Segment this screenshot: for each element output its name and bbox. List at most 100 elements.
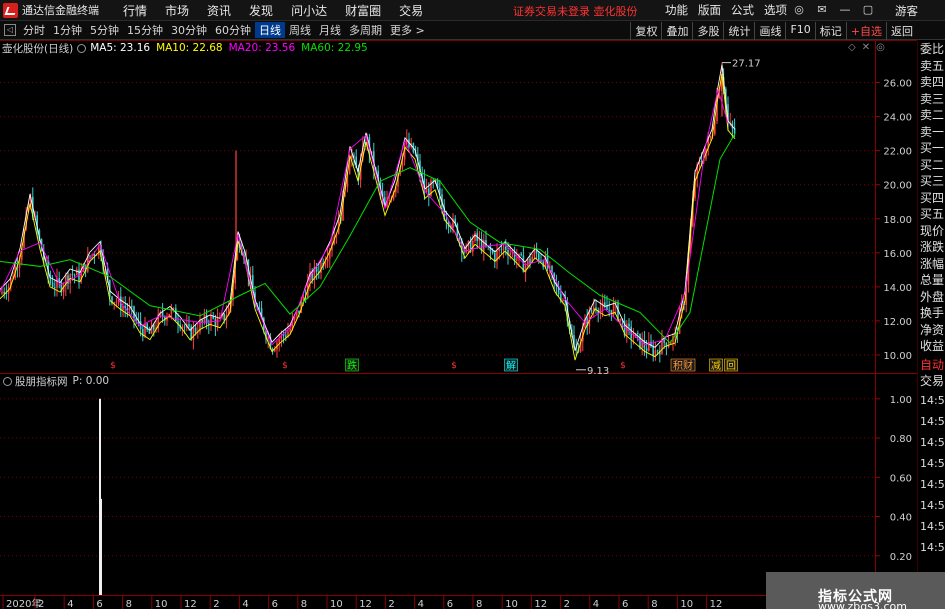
sub-indicator-settings-icon[interactable] — [3, 376, 12, 386]
candle-body — [183, 326, 186, 328]
candle-body — [131, 306, 133, 307]
candle-body — [289, 329, 291, 332]
quote-field-6: 买一 — [920, 141, 945, 155]
quote-field-5: 卖一 — [920, 124, 945, 139]
candle-body — [188, 324, 190, 327]
low-price-label: 9.13 — [587, 366, 609, 377]
candle-body — [562, 300, 564, 301]
dividend-marker: $ — [451, 361, 457, 371]
candle-body — [529, 258, 531, 263]
candle-body — [491, 251, 494, 254]
indicator-bar-1 — [100, 498, 102, 595]
sub-y-tick-label-2: 0.60 — [890, 473, 912, 484]
candle-body — [144, 323, 146, 337]
event-marker-text: 积财 — [673, 359, 693, 372]
sub-y-tick-label-4: 1.00 — [890, 395, 912, 406]
dividend-marker: $ — [620, 361, 626, 371]
x-tick-label-16: 8 — [476, 599, 482, 609]
y-tick-label-6: 22.00 — [883, 147, 912, 158]
quote-field-16: 换手 — [920, 306, 945, 320]
chart-canvas[interactable]: 10.00 12.00 14.00 16.00 18.00 20.00 22.00 24.00… — [0, 0, 917, 609]
candle-body — [170, 308, 173, 314]
event-marker-text: 回 — [726, 360, 736, 372]
quote-field-0: 委比 — [920, 42, 945, 56]
trade-time-3: 14:56 — [920, 456, 945, 470]
ma60-line — [0, 133, 736, 344]
trade-time-1: 14:56 — [920, 414, 945, 428]
high-price-label: 27.17 — [732, 59, 761, 70]
x-tick-label-22: 8 — [651, 599, 657, 609]
trade-time-2: 14:56 — [920, 435, 945, 449]
quote-bottom: 自动 交易 — [918, 357, 945, 390]
quote-field-1: 卖五 — [920, 58, 945, 73]
sub-y-tick-label-3: 0.80 — [890, 434, 912, 445]
candle-body — [637, 333, 639, 334]
x-tick-label-6: 12 — [184, 599, 197, 609]
candle-body — [201, 319, 203, 322]
watermark-url: www.zbgs3.com — [818, 600, 907, 609]
quote-bottom-0[interactable]: 自动 — [918, 357, 945, 374]
quote-field-11: 现价 — [920, 223, 945, 238]
candle-body — [73, 274, 76, 276]
x-tick-label-5: 10 — [155, 599, 168, 609]
dividend-marker: $ — [282, 361, 288, 371]
x-tick-label-4: 8 — [126, 599, 132, 609]
candle-body — [192, 327, 195, 340]
x-tick-label-10: 8 — [301, 599, 307, 609]
quote-field-17: 净资 — [920, 322, 945, 337]
candle-body — [258, 307, 261, 309]
x-tick-label-12: 12 — [359, 599, 372, 609]
x-tick-label-21: 6 — [622, 599, 628, 609]
dividend-marker: $ — [110, 361, 116, 371]
quote-field-4: 卖二 — [920, 108, 945, 122]
x-tick-label-0: 2020年 — [6, 597, 41, 609]
candle-body — [1, 291, 3, 294]
candle-body — [498, 248, 500, 251]
candle-body — [606, 305, 608, 310]
candle-body — [76, 269, 78, 276]
x-tick-label-18: 12 — [534, 599, 547, 609]
trade-time-6: 14:56 — [920, 519, 945, 533]
quote-field-13: 涨幅 — [920, 256, 945, 271]
y-tick-label-3: 16.00 — [883, 249, 912, 260]
trade-time-4: 14:56 — [920, 477, 945, 491]
candle-body — [223, 313, 225, 321]
trade-time-0: 14:56 — [920, 393, 945, 407]
x-tick-label-7: 2 — [213, 599, 219, 609]
candle-body — [194, 327, 197, 333]
quote-bottom-1[interactable]: 交易 — [918, 373, 945, 390]
candle-body — [216, 317, 219, 327]
candle-body — [652, 345, 654, 357]
candle-body — [54, 287, 56, 288]
event-marker-text: 减 — [711, 360, 721, 372]
candle-body — [509, 252, 511, 256]
x-tick-label-20: 4 — [593, 599, 599, 609]
event-marker-text: 跌 — [347, 359, 357, 372]
y-tick-label-5: 20.00 — [883, 181, 912, 192]
candle-body — [71, 274, 74, 276]
watermark: 指标公式网 www.zbgs3.com — [766, 572, 945, 609]
quote-field-18: 收益 — [920, 339, 945, 353]
quote-field-7: 买二 — [920, 157, 945, 172]
quote-field-9: 买四 — [920, 190, 945, 205]
trade-time-7: 14:56 — [920, 540, 945, 554]
candle-body — [516, 258, 518, 261]
trade-time-5: 14:56 — [920, 498, 945, 512]
candle-body — [590, 310, 593, 312]
y-tick-label-7: 24.00 — [883, 113, 912, 124]
sub-y-tick-label-1: 0.40 — [890, 513, 912, 524]
sub-indicator-value: P: 0.00 — [72, 375, 110, 387]
candle-body — [388, 199, 390, 201]
quote-field-3: 卖三 — [920, 91, 945, 106]
x-tick-label-11: 10 — [330, 599, 343, 609]
ma5-line — [0, 64, 736, 351]
x-tick-label-24: 12 — [710, 599, 723, 609]
candle-body — [474, 232, 476, 241]
candle-body — [278, 339, 280, 343]
candle-body — [700, 160, 703, 162]
x-tick-label-3: 6 — [96, 599, 102, 609]
candle-body — [538, 253, 540, 261]
y-tick-label-4: 18.00 — [883, 215, 912, 226]
trade-times: 14:56 14:56 14:56 14:56 14:56 14:56 14:56 14:56 — [918, 390, 945, 558]
y-tick-label-2: 14.00 — [883, 283, 912, 294]
